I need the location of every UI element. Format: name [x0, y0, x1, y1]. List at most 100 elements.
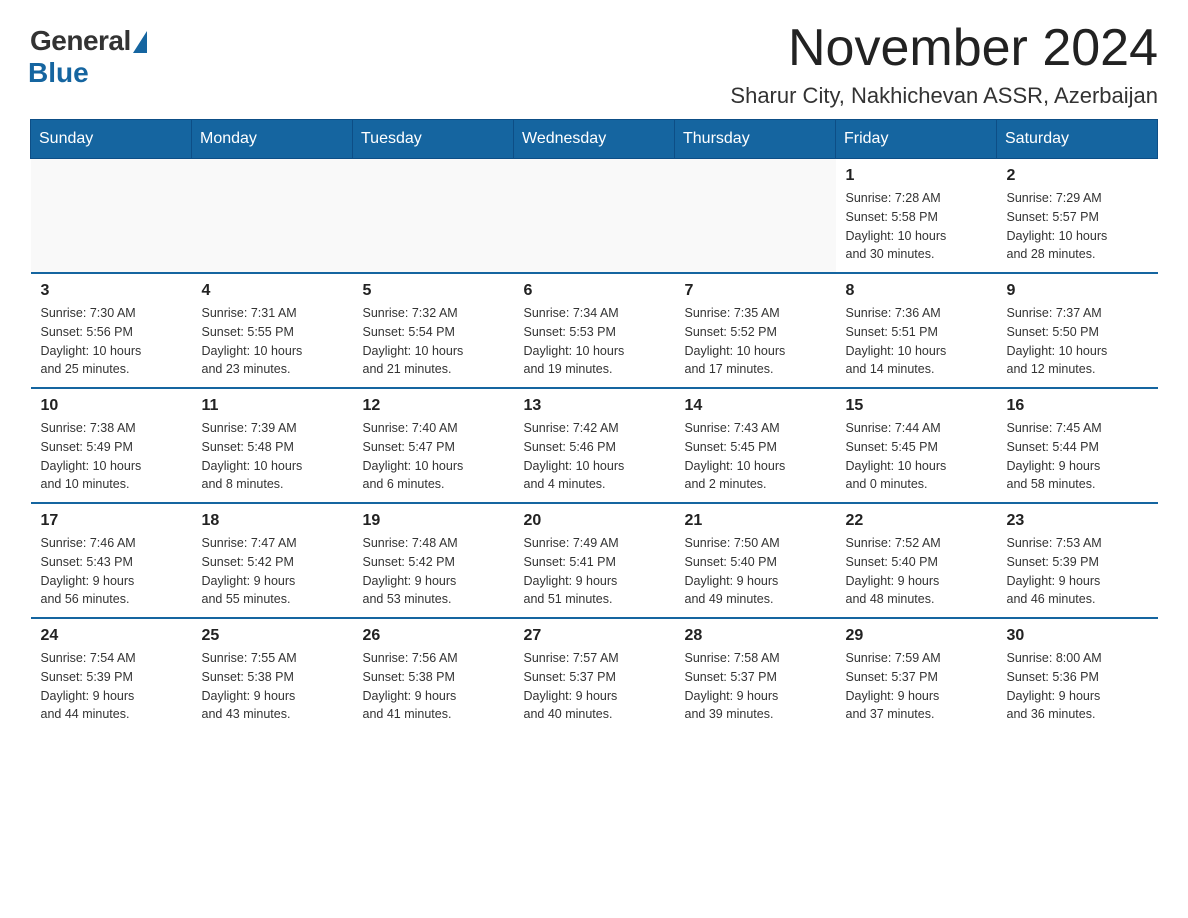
page-title: November 2024 [730, 20, 1158, 77]
day-info: Sunrise: 7:32 AM Sunset: 5:54 PM Dayligh… [363, 304, 504, 379]
day-number: 20 [524, 512, 665, 530]
calendar-cell: 22 Sunrise: 7:52 AM Sunset: 5:40 PM Dayli… [836, 503, 997, 618]
day-number: 30 [1007, 627, 1148, 645]
calendar-cell: 26 Sunrise: 7:56 AM Sunset: 5:38 PM Dayli… [353, 618, 514, 732]
calendar-cell: 5 Sunrise: 7:32 AM Sunset: 5:54 PM Daylig… [353, 273, 514, 388]
calendar-header: SundayMondayTuesdayWednesdayThursdayFrid… [31, 120, 1158, 159]
day-number: 22 [846, 512, 987, 530]
calendar-cell [192, 159, 353, 274]
day-info: Sunrise: 7:48 AM Sunset: 5:42 PM Dayligh… [363, 534, 504, 609]
day-number: 8 [846, 282, 987, 300]
calendar-cell: 20Sunrise: 7:49 AM Sunset: 5:41 PM Dayli… [514, 503, 675, 618]
title-area: November 2024 Sharur City, Nakhichevan A… [730, 20, 1158, 109]
day-number: 3 [41, 282, 182, 300]
day-number: 12 [363, 397, 504, 415]
day-number: 28 [685, 627, 826, 645]
day-number: 15 [846, 397, 987, 415]
calendar-cell: 2 Sunrise: 7:29 AM Sunset: 5:57 PM Daylig… [997, 159, 1158, 274]
calendar-week-row: 17 Sunrise: 7:46 AM Sunset: 5:43 PM Dayli… [31, 503, 1158, 618]
weekday-header-friday: Friday [836, 120, 997, 159]
calendar-cell: 24Sunrise: 7:54 AM Sunset: 5:39 PM Dayli… [31, 618, 192, 732]
day-info: Sunrise: 7:28 AM Sunset: 5:58 PM Dayligh… [846, 189, 987, 264]
calendar-week-row: 10 Sunrise: 7:38 AM Sunset: 5:49 PM Dayli… [31, 388, 1158, 503]
calendar-cell: 29Sunrise: 7:59 AM Sunset: 5:37 PM Dayli… [836, 618, 997, 732]
day-info: Sunrise: 7:29 AM Sunset: 5:57 PM Dayligh… [1007, 189, 1148, 264]
day-number: 29 [846, 627, 987, 645]
day-number: 4 [202, 282, 343, 300]
calendar-cell: 1 Sunrise: 7:28 AM Sunset: 5:58 PM Daylig… [836, 159, 997, 274]
day-number: 17 [41, 512, 182, 530]
calendar-cell [514, 159, 675, 274]
calendar-cell: 6 Sunrise: 7:34 AM Sunset: 5:53 PM Daylig… [514, 273, 675, 388]
day-number: 18 [202, 512, 343, 530]
day-number: 16 [1007, 397, 1148, 415]
day-info: Sunrise: 7:45 AM Sunset: 5:44 PM Dayligh… [1007, 419, 1148, 494]
day-info: Sunrise: 7:43 AM Sunset: 5:45 PM Dayligh… [685, 419, 826, 494]
day-number: 25 [202, 627, 343, 645]
day-number: 9 [1007, 282, 1148, 300]
calendar-cell: 18 Sunrise: 7:47 AM Sunset: 5:42 PM Dayli… [192, 503, 353, 618]
day-info: Sunrise: 7:34 AM Sunset: 5:53 PM Dayligh… [524, 304, 665, 379]
day-number: 26 [363, 627, 504, 645]
day-number: 5 [363, 282, 504, 300]
calendar-cell: 10 Sunrise: 7:38 AM Sunset: 5:49 PM Dayli… [31, 388, 192, 503]
calendar-cell: 11 Sunrise: 7:39 AM Sunset: 5:48 PM Dayli… [192, 388, 353, 503]
calendar-cell: 27Sunrise: 7:57 AM Sunset: 5:37 PM Dayli… [514, 618, 675, 732]
calendar-cell: 25Sunrise: 7:55 AM Sunset: 5:38 PM Dayli… [192, 618, 353, 732]
page-subtitle: Sharur City, Nakhichevan ASSR, Azerbaija… [730, 83, 1158, 109]
day-info: Sunrise: 7:42 AM Sunset: 5:46 PM Dayligh… [524, 419, 665, 494]
calendar-week-row: 24Sunrise: 7:54 AM Sunset: 5:39 PM Dayli… [31, 618, 1158, 732]
day-number: 19 [363, 512, 504, 530]
calendar-cell: 17 Sunrise: 7:46 AM Sunset: 5:43 PM Dayli… [31, 503, 192, 618]
weekday-header-wednesday: Wednesday [514, 120, 675, 159]
day-info: Sunrise: 7:31 AM Sunset: 5:55 PM Dayligh… [202, 304, 343, 379]
day-info: Sunrise: 7:35 AM Sunset: 5:52 PM Dayligh… [685, 304, 826, 379]
day-info: Sunrise: 7:36 AM Sunset: 5:51 PM Dayligh… [846, 304, 987, 379]
day-number: 1 [846, 167, 987, 185]
day-number: 27 [524, 627, 665, 645]
day-number: 23 [1007, 512, 1148, 530]
calendar-cell: 21 Sunrise: 7:50 AM Sunset: 5:40 PM Dayli… [675, 503, 836, 618]
day-number: 21 [685, 512, 826, 530]
day-number: 11 [202, 397, 343, 415]
day-number: 7 [685, 282, 826, 300]
logo-general-text: General [30, 25, 131, 57]
calendar-cell: 8 Sunrise: 7:36 AM Sunset: 5:51 PM Daylig… [836, 273, 997, 388]
logo-triangle-icon [133, 31, 147, 53]
calendar-cell [675, 159, 836, 274]
calendar-cell: 30 Sunrise: 8:00 AM Sunset: 5:36 PM Dayli… [997, 618, 1158, 732]
day-info: Sunrise: 7:38 AM Sunset: 5:49 PM Dayligh… [41, 419, 182, 494]
calendar-body: 1 Sunrise: 7:28 AM Sunset: 5:58 PM Daylig… [31, 159, 1158, 733]
calendar-cell [31, 159, 192, 274]
weekday-header-sunday: Sunday [31, 120, 192, 159]
day-info: Sunrise: 7:50 AM Sunset: 5:40 PM Dayligh… [685, 534, 826, 609]
day-info: Sunrise: 7:56 AM Sunset: 5:38 PM Dayligh… [363, 649, 504, 724]
calendar-cell: 28 Sunrise: 7:58 AM Sunset: 5:37 PM Dayli… [675, 618, 836, 732]
day-info: Sunrise: 7:53 AM Sunset: 5:39 PM Dayligh… [1007, 534, 1148, 609]
calendar-table: SundayMondayTuesdayWednesdayThursdayFrid… [30, 119, 1158, 732]
day-number: 2 [1007, 167, 1148, 185]
day-number: 6 [524, 282, 665, 300]
day-number: 10 [41, 397, 182, 415]
calendar-week-row: 1 Sunrise: 7:28 AM Sunset: 5:58 PM Daylig… [31, 159, 1158, 274]
day-info: Sunrise: 7:39 AM Sunset: 5:48 PM Dayligh… [202, 419, 343, 494]
day-info: Sunrise: 7:54 AM Sunset: 5:39 PM Dayligh… [41, 649, 182, 724]
day-info: Sunrise: 7:52 AM Sunset: 5:40 PM Dayligh… [846, 534, 987, 609]
calendar-week-row: 3 Sunrise: 7:30 AM Sunset: 5:56 PM Daylig… [31, 273, 1158, 388]
calendar-cell [353, 159, 514, 274]
calendar-cell: 15 Sunrise: 7:44 AM Sunset: 5:45 PM Dayli… [836, 388, 997, 503]
day-info: Sunrise: 7:44 AM Sunset: 5:45 PM Dayligh… [846, 419, 987, 494]
calendar-cell: 3 Sunrise: 7:30 AM Sunset: 5:56 PM Daylig… [31, 273, 192, 388]
day-info: Sunrise: 7:58 AM Sunset: 5:37 PM Dayligh… [685, 649, 826, 724]
day-info: Sunrise: 7:30 AM Sunset: 5:56 PM Dayligh… [41, 304, 182, 379]
calendar-cell: 13Sunrise: 7:42 AM Sunset: 5:46 PM Dayli… [514, 388, 675, 503]
day-info: Sunrise: 7:37 AM Sunset: 5:50 PM Dayligh… [1007, 304, 1148, 379]
logo: General Blue [30, 25, 147, 89]
day-info: Sunrise: 8:00 AM Sunset: 5:36 PM Dayligh… [1007, 649, 1148, 724]
calendar-cell: 19 Sunrise: 7:48 AM Sunset: 5:42 PM Dayli… [353, 503, 514, 618]
logo-blue-text: Blue [28, 57, 89, 89]
calendar-cell: 4 Sunrise: 7:31 AM Sunset: 5:55 PM Daylig… [192, 273, 353, 388]
weekday-header-saturday: Saturday [997, 120, 1158, 159]
day-info: Sunrise: 7:46 AM Sunset: 5:43 PM Dayligh… [41, 534, 182, 609]
day-info: Sunrise: 7:47 AM Sunset: 5:42 PM Dayligh… [202, 534, 343, 609]
